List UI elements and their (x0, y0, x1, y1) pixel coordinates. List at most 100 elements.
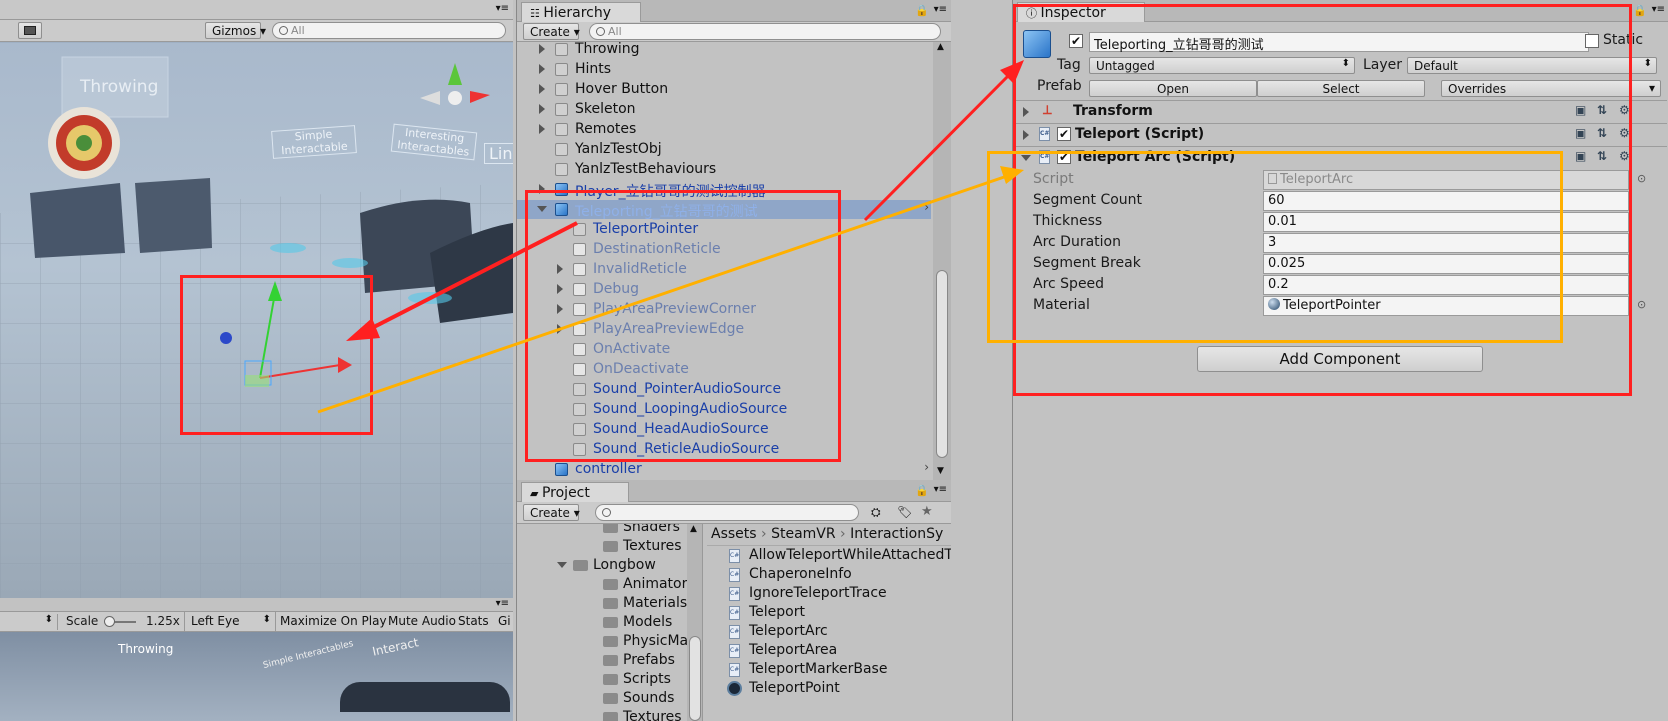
panel-menu-icon[interactable]: ▾≡ (1652, 4, 1665, 15)
favorite-star-icon[interactable]: ★ (921, 504, 933, 519)
hierarchy-search-input[interactable]: All (589, 23, 941, 40)
hierarchy-row[interactable]: Remotes (517, 120, 931, 139)
project-folder-item[interactable]: Scripts (517, 670, 687, 689)
project-folder-item[interactable]: Textures (517, 708, 687, 721)
lock-icon[interactable]: 🔒 (1633, 4, 1647, 17)
object-picker-icon[interactable]: ⊙ (1637, 298, 1646, 311)
filter-type-icon[interactable]: ⛭ (871, 505, 881, 520)
file-label: IgnoreTeleportTrace (749, 585, 887, 601)
gizmos-button[interactable]: Gizmos ▾ (205, 22, 266, 39)
stats-toggle[interactable]: Stats (458, 614, 489, 628)
project-file-item[interactable]: C# TeleportArea (707, 641, 951, 660)
scrollbar-thumb[interactable] (936, 270, 948, 458)
hierarchy-row[interactable]: Hover Button (517, 80, 931, 99)
project-file-item[interactable]: C# ChaperoneInfo (707, 565, 951, 584)
project-search-input[interactable] (595, 504, 859, 521)
expand-arrow-icon[interactable] (539, 44, 545, 54)
display-dropdown[interactable]: ⬍ (0, 614, 58, 630)
panel-menu-icon[interactable]: ▾≡ (496, 3, 509, 14)
scroll-down-icon[interactable]: ▼ (937, 466, 944, 476)
chevron-right-icon[interactable]: › (924, 460, 929, 474)
expand-arrow-icon[interactable] (539, 124, 545, 134)
project-tab[interactable]: ▰ Project (521, 482, 629, 502)
breadcrumb-separator: › (761, 526, 772, 542)
folder-label: Prefabs (623, 652, 675, 668)
file-label: TeleportMarkerBase (749, 661, 888, 677)
project-folder-item[interactable]: Shaders (517, 524, 687, 537)
csharp-script-icon: C# (729, 587, 740, 601)
filter-label-icon[interactable]: 🏷 (897, 505, 912, 519)
project-create-button[interactable]: Create ▾ (523, 504, 580, 521)
project-file-item[interactable]: C# IgnoreTeleportTrace (707, 584, 951, 603)
scene-viewport[interactable]: Throwing Simple Interactable Interesting… (0, 43, 513, 598)
project-folder-item[interactable]: Models (517, 613, 687, 632)
scroll-up-icon[interactable]: ▲ (937, 42, 944, 52)
project-folder-item[interactable]: Animators (517, 575, 687, 594)
mute-audio-toggle[interactable]: Mute Audio (388, 614, 456, 628)
scale-slider-handle[interactable] (104, 616, 115, 627)
lock-icon[interactable]: 🔒 (915, 484, 929, 497)
folder-label: Sounds (623, 690, 675, 706)
hierarchy-create-button[interactable]: Create ▾ (523, 23, 580, 40)
expand-arrow-icon[interactable] (539, 84, 545, 94)
folder-icon: ▰ (530, 487, 542, 500)
project-file-item[interactable]: C# AllowTeleportWhileAttachedToH (707, 546, 951, 565)
gameobject-cube-icon (555, 143, 568, 156)
chevron-down-icon: ▾ (260, 24, 267, 38)
expand-arrow-open-icon[interactable] (557, 562, 567, 568)
project-folder-item[interactable]: Textures (517, 537, 687, 556)
hierarchy-row[interactable]: controller › (517, 460, 931, 479)
gizmos-toggle[interactable]: Gi (498, 614, 511, 628)
game-tab-strip: ▾≡ (0, 598, 513, 612)
scene-search-input[interactable]: All (272, 22, 506, 39)
breadcrumb-steamvr[interactable]: SteamVR (771, 526, 836, 542)
folder-icon (603, 674, 618, 685)
chevron-right-icon[interactable]: › (924, 200, 929, 214)
lock-icon[interactable]: 🔒 (915, 4, 929, 17)
scale-slider[interactable] (104, 616, 136, 627)
folder-label: Textures (623, 538, 682, 554)
hierarchy-row[interactable]: YanlzTestBehaviours (517, 160, 931, 179)
expand-arrow-icon[interactable] (539, 104, 545, 114)
object-picker-icon[interactable]: ⊙ (1637, 172, 1646, 185)
hierarchy-row[interactable]: YanlzTestObj (517, 140, 931, 159)
file-label: AllowTeleportWhileAttachedToH (749, 547, 951, 563)
scrollbar-thumb[interactable] (689, 636, 701, 721)
hierarchy-scrollbar[interactable]: ▲ ▼ (933, 42, 951, 480)
hierarchy-tab-label: Hierarchy (543, 5, 612, 21)
folder-label: Textures (623, 709, 682, 721)
csharp-script-icon: C# (729, 663, 740, 677)
project-tab-strip: ▰ Project 🔒 ▾≡ (517, 480, 951, 502)
maximize-on-play-toggle[interactable]: Maximize On Play (280, 614, 387, 628)
scale-value: 1.25x (146, 614, 180, 628)
folder-icon (603, 524, 618, 533)
hierarchy-row-label: Hints (575, 61, 612, 77)
project-folder-item[interactable]: Prefabs (517, 651, 687, 670)
breadcrumb-interactionsystem[interactable]: InteractionSy (850, 526, 943, 542)
expand-arrow-icon[interactable] (539, 64, 545, 74)
hierarchy-row[interactable]: Skeleton (517, 100, 931, 119)
scene-search-placeholder: All (291, 24, 305, 37)
project-folder-item[interactable]: PhysicMat (517, 632, 687, 651)
breadcrumb-assets[interactable]: Assets (711, 526, 757, 542)
project-folder-item[interactable]: Materials (517, 594, 687, 613)
project-file-item[interactable]: C# Teleport (707, 603, 951, 622)
chevron-icon: ⬍ (44, 614, 53, 625)
hierarchy-row[interactable]: Throwing (517, 40, 931, 59)
project-file-item[interactable]: C# TeleportArc (707, 622, 951, 641)
scene-display-button[interactable] (18, 22, 42, 39)
scene-view[interactable]: Gizmos ▾ All ▾≡ Throwing Simple Interact… (0, 0, 513, 600)
chevron-down-icon: ▾ (573, 506, 580, 520)
hierarchy-tab[interactable]: ☷ Hierarchy (521, 2, 641, 22)
eye-dropdown[interactable]: Left Eye ⬍ (184, 612, 276, 632)
panel-menu-icon[interactable]: ▾≡ (934, 484, 947, 495)
panel-menu-icon[interactable]: ▾≡ (934, 4, 947, 15)
project-file-item[interactable]: C# TeleportMarkerBase (707, 660, 951, 679)
panel-menu-icon[interactable]: ▾≡ (496, 598, 509, 609)
project-tree-scrollbar[interactable]: ▲ (687, 524, 703, 721)
scroll-up-icon[interactable]: ▲ (690, 524, 697, 534)
hierarchy-row[interactable]: Hints (517, 60, 931, 79)
project-file-item[interactable]: TeleportPoint (707, 679, 951, 698)
project-folder-item[interactable]: Longbow (517, 556, 687, 575)
project-folder-item[interactable]: Sounds (517, 689, 687, 708)
